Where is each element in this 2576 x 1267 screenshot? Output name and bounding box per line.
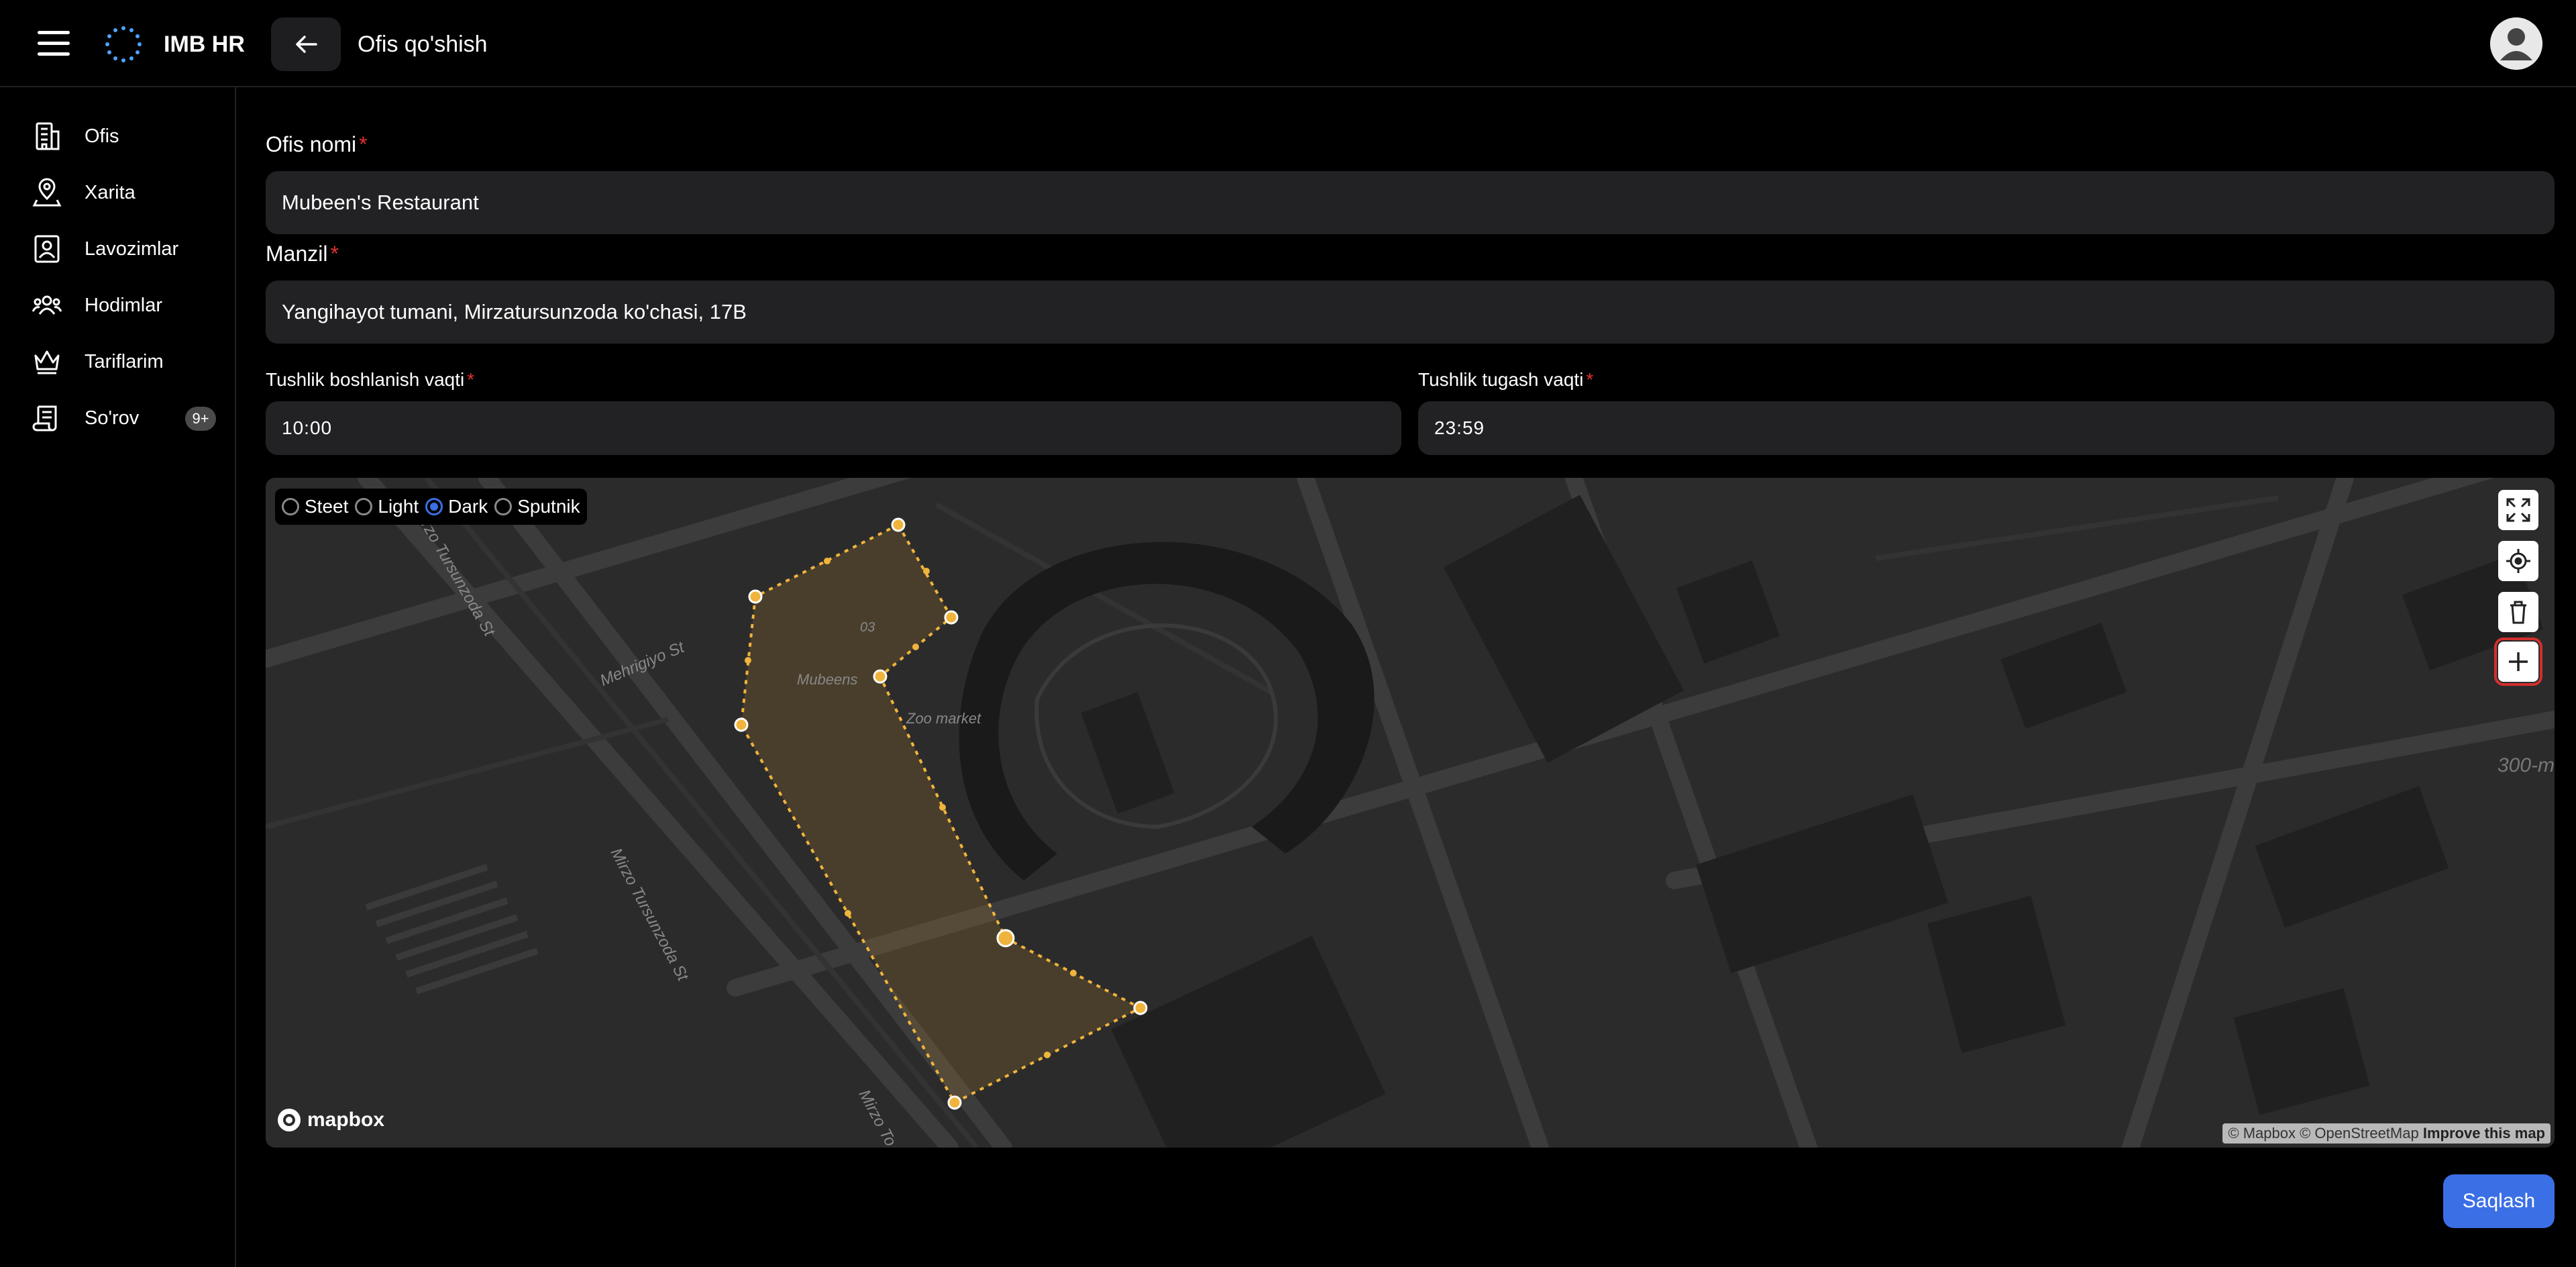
radio-label: Light xyxy=(378,496,419,517)
sidebar-item-tariflarim[interactable]: Tariflarim xyxy=(30,342,224,382)
sidebar-item-label: Hodimlar xyxy=(85,294,163,316)
arrow-left-icon xyxy=(296,36,317,53)
crosshair-icon xyxy=(2506,549,2530,573)
map-style-sputnik[interactable]: Sputnik xyxy=(494,496,580,517)
sidebar-item-label: Xarita xyxy=(85,181,136,203)
lunch-end-label: Tushlik tugash vaqti * xyxy=(1418,369,1594,390)
id-card-icon xyxy=(30,232,64,266)
office-name-input[interactable]: Mubeen's Restaurant xyxy=(266,171,2555,234)
user-icon xyxy=(2490,17,2542,70)
improve-map-link[interactable]: Improve this map xyxy=(2423,1125,2545,1142)
address-input[interactable]: Yangihayot tumani, Mirzatursunzoda ko'ch… xyxy=(266,281,2555,344)
house-number-label: 03 xyxy=(860,620,875,635)
address-label: Manzil * xyxy=(266,242,339,266)
radio-icon[interactable] xyxy=(282,498,299,515)
radio-icon[interactable] xyxy=(355,498,373,515)
address-value: Yangihayot tumani, Mirzatursunzoda ko'ch… xyxy=(282,300,747,323)
fullscreen-button[interactable] xyxy=(2498,490,2538,530)
notification-badge: 9+ xyxy=(185,407,216,431)
geolocate-button[interactable] xyxy=(2498,541,2538,581)
map[interactable]: Mehrigiyo St Mirzo Tursunzoda St Mirzo T… xyxy=(266,478,2555,1148)
office-name-value: Mubeen's Restaurant xyxy=(282,191,479,214)
lunch-start-minute[interactable]: 00 xyxy=(310,417,332,439)
sidebar-item-label: So'rov xyxy=(85,407,140,429)
time-separator: : xyxy=(304,417,310,438)
trash-icon xyxy=(2510,601,2526,624)
app-title: IMB HR xyxy=(164,32,245,57)
top-bar: IMB HR Ofis qo'shish xyxy=(0,0,2576,87)
lunch-start-input[interactable]: 10 : 00 xyxy=(266,401,1401,455)
lunch-start-hour[interactable]: 10 xyxy=(282,417,304,439)
map-canvas[interactable] xyxy=(266,478,2555,1148)
zoom-in-button[interactable] xyxy=(2494,638,2542,686)
sidebar-item-label: Ofis xyxy=(85,125,119,147)
menu-icon[interactable] xyxy=(38,31,70,58)
building-icon xyxy=(30,119,64,154)
sidebar-item-lavozimlar[interactable]: Lavozimlar xyxy=(30,229,224,269)
time-separator: : xyxy=(1456,417,1462,438)
delete-polygon-button[interactable] xyxy=(2498,592,2538,632)
radio-label: Steet xyxy=(305,496,349,517)
sidebar-item-label: Tariflarim xyxy=(85,350,164,372)
save-button[interactable]: Saqlash xyxy=(2443,1174,2555,1228)
radio-label: Dark xyxy=(448,496,488,517)
mapbox-logo[interactable]: mapbox xyxy=(276,1107,384,1133)
map-scale-label: 300-m xyxy=(2497,754,2555,776)
users-icon xyxy=(30,288,64,323)
map-style-switcher: Steet Light Dark Sputnik xyxy=(275,489,587,525)
poi-label: Zoo market xyxy=(906,710,981,727)
lunch-start-label: Tushlik boshlanish vaqti * xyxy=(266,369,475,390)
map-style-dark[interactable]: Dark xyxy=(425,496,488,517)
page-title: Ofis qo'shish xyxy=(358,32,488,57)
map-attribution: © Mapbox © OpenStreetMap Improve this ma… xyxy=(2222,1123,2551,1144)
sidebar: Ofis Xarita Lavozimlar Hodimlar Tariflar… xyxy=(0,87,236,1267)
back-button[interactable] xyxy=(271,17,341,71)
attribution-text[interactable]: © Mapbox © OpenStreetMap xyxy=(2228,1125,2418,1142)
sidebar-item-label: Lavozimlar xyxy=(85,238,179,260)
radio-icon[interactable] xyxy=(494,498,513,515)
scroll-icon xyxy=(30,401,64,436)
sidebar-item-sorov[interactable]: So'rov 9+ xyxy=(30,398,224,438)
map-style-light[interactable]: Light xyxy=(355,496,419,517)
mapbox-logo-text: mapbox xyxy=(307,1109,385,1131)
radio-label: Sputnik xyxy=(517,496,580,517)
user-avatar[interactable] xyxy=(2490,17,2542,70)
sidebar-item-xarita[interactable]: Xarita xyxy=(30,172,224,213)
office-name-label: Ofis nomi * xyxy=(266,132,368,156)
plus-icon xyxy=(2509,652,2528,671)
app-logo-icon xyxy=(105,26,142,62)
crown-icon xyxy=(30,344,64,379)
map-pin-icon xyxy=(30,175,64,210)
map-style-street[interactable]: Steet xyxy=(282,496,348,517)
radio-checked-icon[interactable] xyxy=(425,498,443,515)
mapbox-logo-icon xyxy=(278,1109,301,1131)
lunch-end-input[interactable]: 23 : 59 xyxy=(1418,401,2555,455)
lunch-end-minute[interactable]: 59 xyxy=(1462,417,1485,439)
fullscreen-icon xyxy=(2506,498,2530,522)
sidebar-item-ofis[interactable]: Ofis xyxy=(30,116,224,156)
lunch-end-hour[interactable]: 23 xyxy=(1434,417,1456,439)
poi-label: Mubeens xyxy=(797,671,858,688)
sidebar-item-hodimlar[interactable]: Hodimlar xyxy=(30,285,224,325)
